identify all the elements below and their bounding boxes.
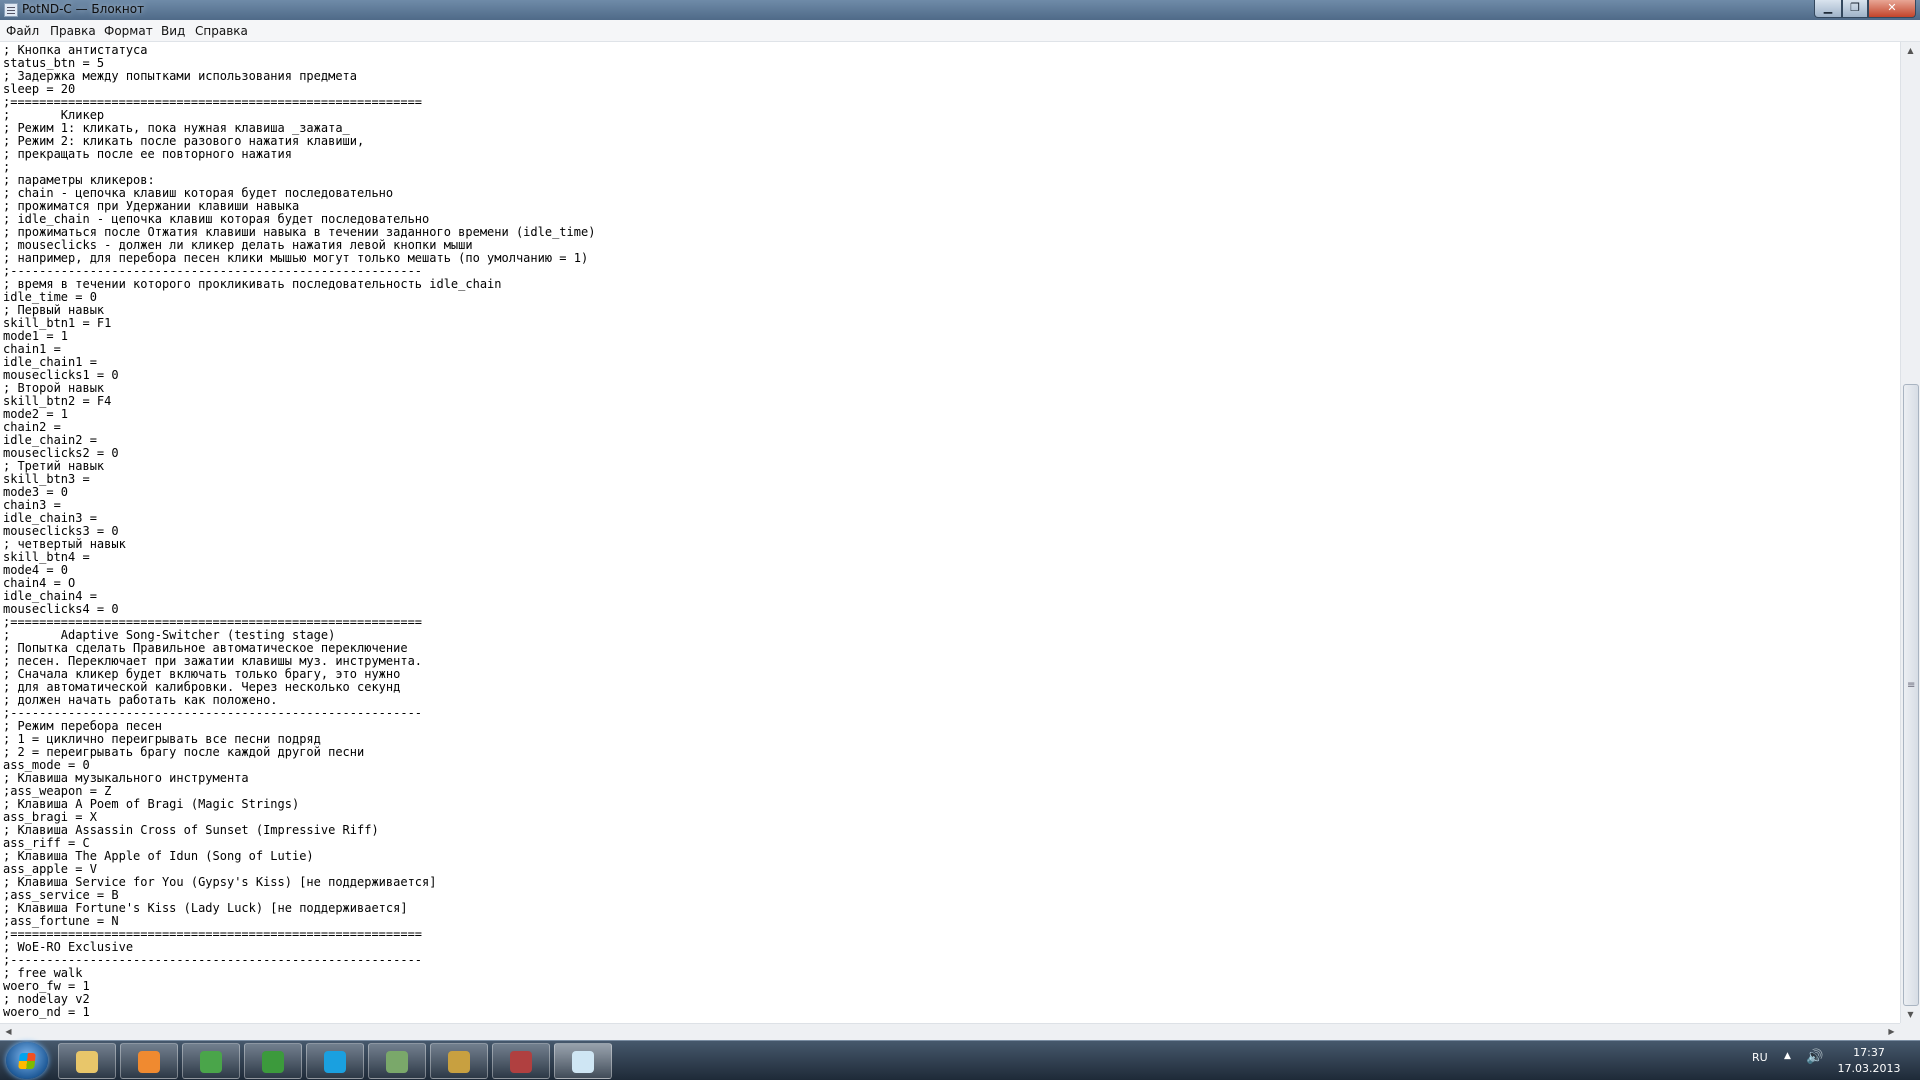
editor-line: woero_nd = 1 xyxy=(3,1005,90,1019)
editor-line: ; Клавиша Service for You (Gypsy's Kiss)… xyxy=(3,875,437,889)
editor-line: mouseclicks2 = 0 xyxy=(3,446,119,460)
utorrent-icon xyxy=(262,1051,284,1073)
menu-view[interactable]: Вид xyxy=(161,24,185,38)
editor-line: ; Клавиша музыкального инструмента xyxy=(3,771,249,785)
editor-line: woero_fw = 1 xyxy=(3,979,90,993)
editor-line: ; free walk xyxy=(3,966,83,980)
editor-line: ; Клавиша The Apple of Idun (Song of Lut… xyxy=(3,849,314,863)
scroll-down-icon[interactable]: ▼ xyxy=(1901,1006,1920,1023)
editor-line: ; время в течении которого прокликивать … xyxy=(3,277,502,291)
scroll-left-icon[interactable]: ◀ xyxy=(0,1024,17,1040)
league-of-legends-icon xyxy=(448,1051,470,1073)
taskbar-app-notepad[interactable] xyxy=(554,1043,612,1079)
editor-line: mouseclicks3 = 0 xyxy=(3,524,119,538)
scroll-up-icon[interactable]: ▲ xyxy=(1901,42,1920,59)
editor-line: skill_btn4 = xyxy=(3,550,90,564)
menu-edit[interactable]: Правка xyxy=(50,24,96,38)
editor-line: skill_btn3 = xyxy=(3,472,90,486)
menu-format[interactable]: Формат xyxy=(104,24,153,38)
start-button[interactable] xyxy=(6,1042,48,1079)
editor-line: idle_time = 0 xyxy=(3,290,97,304)
editor-line: idle_chain3 = xyxy=(3,511,97,525)
editor-line: chain2 = xyxy=(3,420,61,434)
taskbar-app-media-player[interactable] xyxy=(120,1043,178,1079)
editor-line: ; Кнопка антистатуса xyxy=(3,43,148,57)
editor-line: ;---------------------------------------… xyxy=(3,953,423,967)
editor-line: idle_chain1 = xyxy=(3,355,97,369)
editor-line: mouseclicks1 = 0 xyxy=(3,368,119,382)
editor-line: chain4 = O xyxy=(3,576,76,590)
text-editor[interactable]: ; Кнопка антистатуса status_btn = 5; Заде… xyxy=(0,42,1900,1023)
editor-line: chain1 = xyxy=(3,342,61,356)
editor-line: ; Третий навык xyxy=(3,459,105,473)
editor-line: mode4 = 0 xyxy=(3,563,69,577)
notepad-icon xyxy=(572,1051,594,1073)
chrome-icon xyxy=(200,1051,222,1073)
editor-line: ; для автоматической калибровки. Через н… xyxy=(3,680,401,694)
game-launcher-icon xyxy=(386,1051,408,1073)
window-title: PotND-C — Блокнот xyxy=(22,2,145,16)
editor-line: ;---------------------------------------… xyxy=(3,706,423,720)
editor-line: ; Клавиша Assassin Cross of Sunset (Impr… xyxy=(3,823,379,837)
taskbar-app-game-launcher[interactable] xyxy=(368,1043,426,1079)
editor-line: ; Второй навык xyxy=(3,381,105,395)
clock[interactable]: 17:37 17.03.2013 xyxy=(1826,1045,1912,1077)
menu-bar: Файл Правка Формат Вид Справка xyxy=(0,20,1920,42)
editor-line: chain3 = xyxy=(3,498,61,512)
editor-line: ; Первый навык xyxy=(3,303,105,317)
editor-line: ; Клавиша A Poem of Bragi (Magic Strings… xyxy=(3,797,300,811)
editor-line: ;=======================================… xyxy=(3,927,423,941)
game-client-icon xyxy=(510,1051,532,1073)
scrollbar-corner xyxy=(1900,1023,1920,1040)
editor-line: ; четвертый навык xyxy=(3,537,126,551)
maximize-button[interactable]: ❐ xyxy=(1842,0,1868,18)
taskbar-app-explorer[interactable] xyxy=(58,1043,116,1079)
taskbar-app-game-client[interactable] xyxy=(492,1043,550,1079)
editor-line: skill_btn1 = F1 xyxy=(3,316,112,330)
media-player-icon xyxy=(138,1051,160,1073)
notepad-icon xyxy=(4,3,18,17)
menu-help[interactable]: Справка xyxy=(195,24,248,38)
editor-line: skill_btn2 = F4 xyxy=(3,394,112,408)
menu-file[interactable]: Файл xyxy=(6,24,39,38)
vertical-scroll-thumb[interactable] xyxy=(1903,384,1919,1006)
taskbar-app-chrome[interactable] xyxy=(182,1043,240,1079)
taskbar: RU ▲ 🔊 17:37 17.03.2013 xyxy=(0,1040,1920,1080)
editor-line: idle_chain4 = xyxy=(3,589,97,603)
editor-line: mode1 = 1 xyxy=(3,329,69,343)
editor-content[interactable]: ; Кнопка антистатуса status_btn = 5; Заде… xyxy=(0,42,1900,1019)
close-button[interactable]: ✕ xyxy=(1868,0,1916,18)
scroll-right-icon[interactable]: ▶ xyxy=(1883,1024,1900,1040)
taskbar-app-league-of-legends[interactable] xyxy=(430,1043,488,1079)
editor-line: idle_chain2 = xyxy=(3,433,97,447)
minimize-button[interactable]: ▁ xyxy=(1814,0,1842,18)
skype-icon xyxy=(324,1051,346,1073)
editor-line: ; 2 = переигрывать брагу после каждой др… xyxy=(3,745,365,759)
vertical-scrollbar[interactable]: ▲ ▼ xyxy=(1900,42,1920,1023)
taskbar-app-utorrent[interactable] xyxy=(244,1043,302,1079)
clock-date: 17.03.2013 xyxy=(1837,1062,1901,1075)
volume-icon[interactable]: 🔊 xyxy=(1806,1049,1823,1065)
horizontal-scrollbar[interactable]: ◀ ▶ xyxy=(0,1023,1900,1040)
editor-line: ; xyxy=(3,160,11,174)
editor-line: ; Клавиша Fortune's Kiss (Lady Luck) [не… xyxy=(3,901,408,915)
language-indicator[interactable]: RU xyxy=(1752,1051,1768,1064)
editor-line: ; прекращать после ее повторного нажатия xyxy=(3,147,292,161)
editor-line: ; Задержка между попытками использования… xyxy=(3,69,358,83)
editor-line: ; nodelay v2 xyxy=(3,992,90,1006)
tray-expand-icon[interactable]: ▲ xyxy=(1784,1051,1791,1061)
clock-time: 17:37 xyxy=(1853,1046,1885,1059)
editor-line: ass_mode = 0 xyxy=(3,758,90,772)
editor-line: mode2 = 1 xyxy=(3,407,69,421)
editor-line: ;=======================================… xyxy=(3,95,423,109)
taskbar-app-skype[interactable] xyxy=(306,1043,364,1079)
title-bar[interactable]: PotND-C — Блокнот ▁ ❐ ✕ xyxy=(0,0,1920,20)
editor-line: mode3 = 0 xyxy=(3,485,69,499)
explorer-icon xyxy=(76,1051,98,1073)
